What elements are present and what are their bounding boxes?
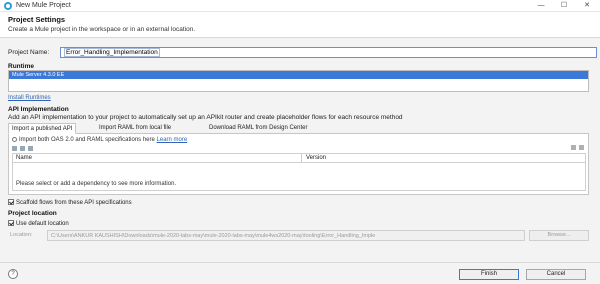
runtime-list[interactable]: Mule Server 4.3.0 EE <box>8 70 589 92</box>
location-input[interactable]: C:\Users\ANKUR KAUSHISH\Downloads\mule-2… <box>47 230 525 241</box>
finish-button[interactable]: Finish <box>459 269 519 280</box>
settings-icon[interactable] <box>579 145 584 150</box>
location-label: Location: <box>10 232 33 238</box>
close-button[interactable]: ✕ <box>576 0 598 11</box>
page-title: Project Settings <box>8 15 66 24</box>
project-name-input[interactable]: Error_Handling_Implementation <box>60 47 597 58</box>
project-name-value: Error_Handling_Implementation <box>64 48 160 57</box>
edit-dependency-icon[interactable] <box>28 146 33 151</box>
api-description: Add an API implementation to your projec… <box>8 114 403 121</box>
api-tab-panel: Import both OAS 2.0 and RAML specificati… <box>8 134 589 195</box>
api-section-title: API Implementation <box>8 106 69 113</box>
column-header-version[interactable]: Version <box>306 155 326 161</box>
project-name-row: Project Name: Error_Handling_Implementat… <box>8 47 598 58</box>
install-runtimes-link[interactable]: Install Runtimes <box>8 95 51 101</box>
wizard-header: Project Settings Create a Mule project i… <box>0 12 600 38</box>
info-text: Import both OAS 2.0 and RAML specificati… <box>19 137 155 143</box>
add-dependency-icon[interactable] <box>12 146 17 151</box>
location-row: Location: C:\Users\ANKUR KAUSHISH\Downlo… <box>8 230 589 241</box>
maximize-button[interactable]: ☐ <box>553 0 575 11</box>
scaffold-row: Scaffold flows from these API specificat… <box>8 199 132 206</box>
cancel-button[interactable]: Cancel <box>526 269 586 280</box>
info-row: Import both OAS 2.0 and RAML specificati… <box>12 137 187 143</box>
refresh-icon[interactable] <box>571 145 576 150</box>
tab-download-raml-design-center[interactable]: Download RAML from Design Center <box>206 123 310 134</box>
table-header: Name Version <box>13 154 585 163</box>
mule-app-icon <box>4 2 12 10</box>
info-icon <box>12 137 17 142</box>
dependency-toolbar-right <box>568 145 584 152</box>
location-section-title: Project location <box>8 210 57 217</box>
scaffold-checkbox[interactable] <box>8 199 14 205</box>
help-icon[interactable]: ? <box>8 269 18 279</box>
minimize-button[interactable]: — <box>530 0 552 11</box>
use-default-checkbox[interactable] <box>8 220 14 226</box>
window-title: New Mule Project <box>16 2 71 9</box>
wizard-body: Project Name: Error_Handling_Implementat… <box>0 38 600 284</box>
api-tabs: Import a published API Import RAML from … <box>8 123 589 134</box>
learn-more-link[interactable]: Learn more <box>157 137 188 143</box>
dependency-table: Name Version Please select or add a depe… <box>12 153 586 191</box>
window-titlebar: New Mule Project — ☐ ✕ <box>0 0 600 12</box>
use-default-label: Use default location <box>16 221 69 227</box>
project-name-label: Project Name: <box>8 49 50 56</box>
scaffold-label: Scaffold flows from these API specificat… <box>16 200 132 206</box>
runtime-item-selected[interactable]: Mule Server 4.3.0 EE <box>9 71 588 79</box>
footer-divider <box>0 262 600 263</box>
use-default-row: Use default location <box>8 220 69 227</box>
empty-message: Please select or add a dependency to see… <box>16 181 177 187</box>
column-header-name[interactable]: Name <box>16 155 32 161</box>
runtime-section-title: Runtime <box>8 63 34 70</box>
dependency-toolbar <box>12 146 36 152</box>
tab-import-published-api[interactable]: Import a published API <box>8 123 77 134</box>
browse-button[interactable]: Browse... <box>529 230 589 241</box>
column-divider <box>301 154 302 163</box>
page-description: Create a Mule project in the workspace o… <box>8 26 196 33</box>
remove-dependency-icon[interactable] <box>20 146 25 151</box>
tab-import-raml-local[interactable]: Import RAML from local file <box>96 123 174 134</box>
